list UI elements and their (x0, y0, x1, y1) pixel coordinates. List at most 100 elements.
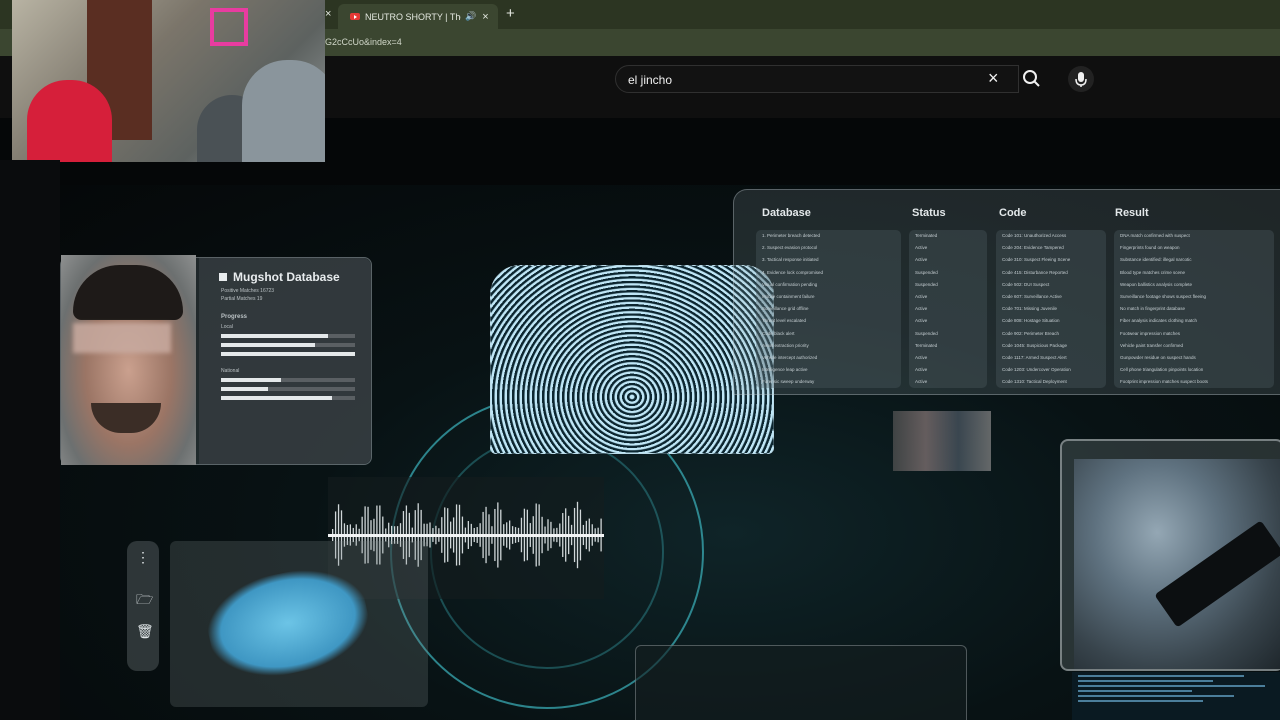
database-panel: Database Status Code Result 1. Perimeter… (733, 189, 1280, 395)
db-cell: 3. Tactical response initiated (762, 257, 819, 263)
national-progress-bar (221, 387, 355, 391)
tab-close-icon[interactable]: × (482, 11, 488, 23)
status-cell: Active (915, 306, 928, 312)
db-cell: Surveillance grid offline (762, 306, 809, 312)
code-cell: Code 607: Surveillance Active (1002, 293, 1062, 299)
db-cell: 4. Evidence lock compromised (762, 269, 824, 275)
status-cell: Active (915, 367, 928, 373)
voice-search-button[interactable] (1068, 66, 1094, 92)
local-progress-bar (221, 352, 355, 356)
status-cell: Terminated (915, 233, 938, 238)
webcam-overlay (12, 0, 325, 162)
result-cell: Blood type matches crime scene (1120, 269, 1186, 275)
code-cell: Code 902: Perimeter Breach (1002, 330, 1060, 336)
db-cell: 2. Suspect evasion protocol (762, 245, 818, 251)
status-column: Terminated Active Active Suspended Suspended… (909, 230, 987, 389)
speaker-icon[interactable]: 🔊 (465, 11, 476, 22)
code-cell: Code 204: Evidence Tampered (1002, 245, 1064, 251)
status-header: Status (912, 207, 946, 219)
search-box[interactable]: el jincho × (615, 65, 1019, 93)
mugshot-panel: Mugshot Database Positive Matches 16723 … (60, 255, 372, 465)
code-cell: Code 502: DUI Suspect (1002, 281, 1050, 287)
mugshot-title: Mugshot Database (219, 270, 340, 284)
mugshot-card: Mugshot Database Positive Matches 16723 … (199, 258, 371, 464)
db-cell: Mobile containment failure (762, 293, 815, 299)
db-cell: Code black alert (762, 330, 795, 336)
bottom-monitor (635, 645, 967, 720)
code-cell: Code 1203: Undercover Operation (1002, 367, 1071, 373)
thumbprint-image (199, 557, 377, 689)
progress-label: Progress (221, 314, 248, 320)
mugshot-photo (61, 255, 196, 465)
new-tab-button[interactable]: + (506, 5, 515, 22)
microphone-icon (1075, 72, 1087, 87)
text-screen (1072, 672, 1280, 720)
code-cell: Code 1310: Tactical Deployment (1002, 379, 1067, 385)
status-cell: Active (915, 354, 928, 360)
database-header: Database (762, 207, 811, 219)
youtube-favicon-icon (350, 13, 360, 20)
menu-icon[interactable]: ⋮ (136, 549, 150, 566)
tab-title: NEUTRO SHORTY | The Cy (365, 11, 461, 22)
result-cell: DNA match confirmed with suspect (1120, 233, 1190, 238)
national-progress-bar (221, 378, 355, 382)
result-cell: Fiber analysis indicates clothing match (1120, 318, 1198, 324)
result-cell: Gunpowder residue on suspect hands (1120, 354, 1196, 360)
status-cell: Suspended (915, 281, 938, 287)
status-cell: Active (915, 318, 928, 324)
status-cell: Terminated (915, 342, 938, 348)
result-cell: Footwear impression matches (1120, 330, 1181, 336)
tab-active[interactable]: NEUTRO SHORTY | The Cy 🔊 × (338, 4, 498, 29)
status-cell: Suspended (915, 269, 938, 275)
search-icon[interactable] (1019, 65, 1045, 93)
handgun-image (1074, 459, 1280, 669)
code-cell: Code 310: Suspect Fleeing Scene (1002, 257, 1071, 263)
code-header: Code (999, 207, 1027, 219)
status-cell: Active (915, 245, 928, 251)
db-cell: Visual confirmation pending (762, 281, 818, 287)
db-cell: Forensic sweep underway (762, 379, 815, 385)
database-column: 1. Perimeter breach detected 2. Suspect e… (756, 230, 901, 389)
tool-bar: ⋮ 🗁 🗑 (127, 541, 159, 671)
result-cell: Footprint impression matches suspect boo… (1120, 379, 1209, 385)
local-progress-bar (221, 343, 355, 347)
status-cell: Active (915, 379, 928, 385)
code-cell: Code 701: Missing Juvenile (1002, 306, 1058, 312)
result-cell: No match in fingerprint database (1120, 306, 1186, 312)
video-player[interactable]: Mugshot Database Positive Matches 16723 … (60, 185, 1280, 720)
status-cell: Suspended (915, 330, 938, 336)
result-column: DNA match confirmed with suspect Fingerpr… (1114, 230, 1274, 389)
db-cell: Threat level escalated (762, 318, 807, 324)
db-cell: 1. Perimeter breach detected (762, 233, 821, 238)
thumbprint-panel (170, 541, 428, 707)
db-cell: Vehicle intercept authorized (762, 354, 818, 360)
search-input[interactable]: el jincho (628, 73, 672, 87)
status-cell: Active (915, 257, 928, 263)
national-label: National (221, 368, 240, 374)
result-cell: Weapon ballistics analysis complete (1120, 281, 1192, 287)
result-cell: Vehicle paint transfer confirmed (1120, 342, 1184, 348)
positive-matches: Positive Matches 16723 (221, 288, 275, 294)
national-progress-bar (221, 396, 355, 400)
result-header: Result (1115, 207, 1149, 219)
code-cell: Code 1045: Suspicious Package (1002, 342, 1068, 348)
folder-icon[interactable]: 🗁 (136, 589, 153, 613)
code-cell: Code 1117: Armed Suspect Alert (1002, 354, 1067, 360)
result-cell: Fingerprints found on weapon (1120, 245, 1180, 251)
crowd-thumbnail (893, 411, 991, 471)
fingerprint-scan (490, 265, 774, 454)
url-text[interactable]: G2cCcUo&index=4 (325, 37, 402, 47)
trash-icon[interactable]: 🗑 (136, 623, 154, 640)
previous-tab-close-icon[interactable]: × (325, 8, 331, 20)
clear-search-icon[interactable]: × (988, 68, 999, 89)
evidence-photo-panel (1060, 439, 1280, 671)
code-cell: Code 415: Disturbance Reported (1002, 269, 1068, 275)
db-cell: Asset extraction priority (762, 342, 809, 348)
db-cell: Intelligence leap active (762, 367, 808, 373)
status-cell: Active (915, 293, 928, 299)
local-progress-bar (221, 334, 355, 338)
partial-matches: Partial Matches 19 (221, 296, 263, 302)
code-cell: Code 808: Hostage Situation (1002, 318, 1060, 324)
code-column: Code 101: Unauthorized Access Code 204: E… (996, 230, 1106, 389)
page-left-margin (0, 160, 60, 720)
